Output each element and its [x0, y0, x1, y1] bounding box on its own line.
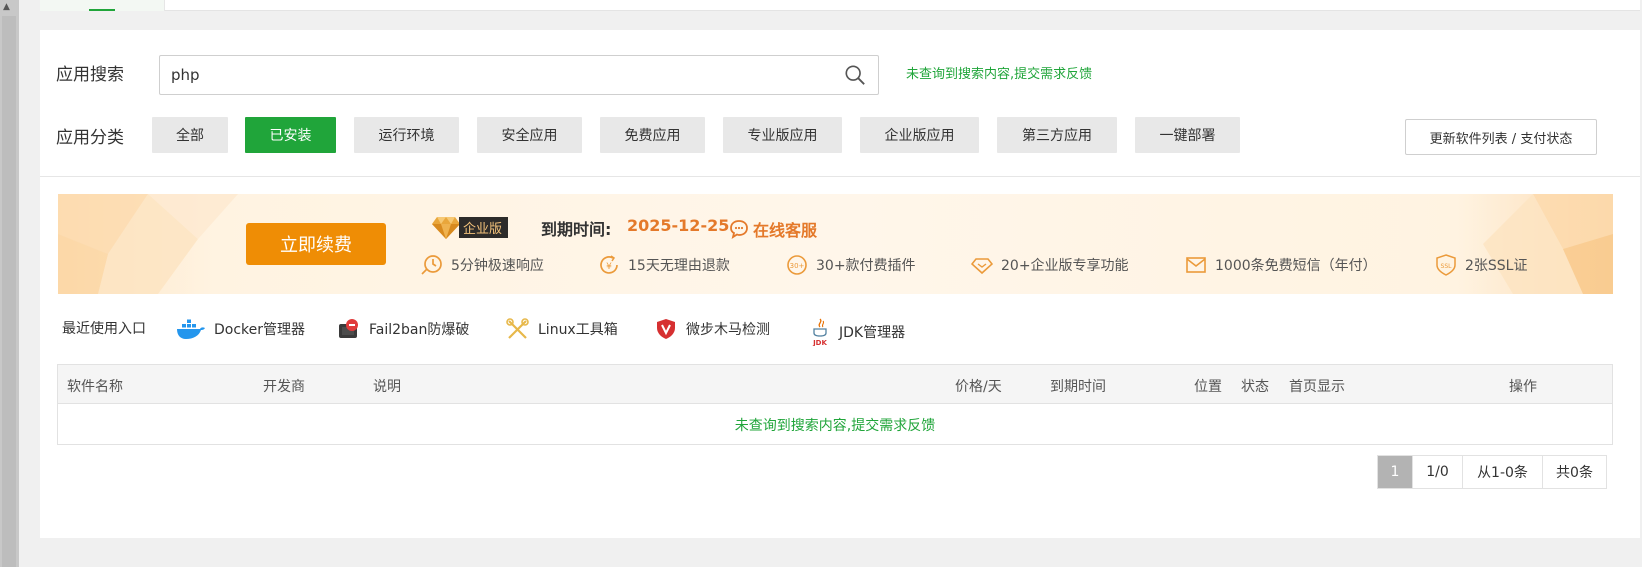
ssl-icon: SSL [1436, 254, 1456, 276]
feature-item: 5分钟极速响应 [421, 254, 544, 276]
docker-icon [177, 319, 205, 339]
feature-item: SSL 2张SSL证 [1435, 254, 1527, 276]
diamond-outline-icon [971, 258, 993, 275]
recent-item-label[interactable]: 微步木马检测 [686, 319, 770, 339]
category-runtime[interactable]: 运行环境 [354, 117, 459, 153]
recent-item-fail2ban[interactable]: Fail2ban防爆破 [337, 318, 469, 340]
plugin-icon: 30+ [787, 255, 807, 275]
search-input[interactable]: php [159, 55, 879, 95]
category-label: 应用分类 [56, 128, 124, 148]
svg-text:30+: 30+ [790, 262, 805, 270]
feedback-link[interactable]: 未查询到搜索内容,提交需求反馈 [906, 63, 1092, 82]
recent-item-label[interactable]: Fail2ban防爆破 [369, 319, 469, 339]
divider [40, 176, 1640, 177]
feature-item: 20+企业版专享功能 [971, 254, 1129, 276]
svg-text:SSL: SSL [1441, 263, 1453, 270]
active-tab-indicator [89, 9, 115, 11]
banner-decoration-left [58, 194, 238, 294]
scroll-up-icon[interactable]: ▲ [3, 2, 10, 12]
column-header-status: 状态 [1241, 379, 1269, 395]
renew-button[interactable]: 立即续费 [246, 223, 386, 265]
pager-range: 从1-0条 [1462, 456, 1542, 488]
recent-item-label[interactable]: JDK管理器 [839, 322, 905, 342]
mail-icon [1186, 257, 1206, 273]
feature-label: 5分钟极速响应 [451, 258, 544, 274]
category-all[interactable]: 全部 [152, 117, 228, 153]
column-header-description: 说明 [373, 379, 401, 395]
service-label[interactable]: 在线客服 [753, 217, 817, 241]
banner-decoration-right [1483, 194, 1613, 294]
pager-current-page[interactable]: 1 [1378, 456, 1412, 488]
pager-total: 共0条 [1542, 456, 1606, 488]
category-third-party[interactable]: 第三方应用 [997, 117, 1117, 153]
search-label: 应用搜索 [56, 65, 124, 85]
table-header: 软件名称 开发商 说明 价格/天 到期时间 位置 状态 首页显示 操作 [58, 365, 1612, 404]
feature-label: 2张SSL证 [1465, 258, 1528, 274]
fail2ban-icon [339, 319, 358, 338]
recent-item-jdk[interactable]: JDK JDK管理器 [809, 318, 905, 346]
shield-icon [657, 319, 675, 339]
update-list-button[interactable]: 更新软件列表 / 支付状态 [1405, 119, 1597, 155]
category-one-click[interactable]: 一键部署 [1135, 117, 1240, 153]
refund-icon: ¥ [600, 255, 618, 274]
software-table: 软件名称 开发商 说明 价格/天 到期时间 位置 状态 首页显示 操作 未查询到… [57, 364, 1613, 445]
diamond-icon [432, 217, 460, 239]
expire-date: 2025-12-25 [627, 216, 730, 235]
category-installed[interactable]: 已安装 [245, 117, 336, 153]
category-security[interactable]: 安全应用 [477, 117, 582, 153]
search-value[interactable]: php [171, 66, 200, 84]
enterprise-badge: 企业版 [431, 215, 509, 240]
clock-icon [421, 255, 442, 275]
enterprise-banner: 立即续费 企业版 到期时间: 2025-12-25 在线客服 5分钟极速响应 ¥… [58, 194, 1613, 294]
top-tab-card [40, 0, 1640, 11]
column-header-location: 位置 [1194, 379, 1222, 395]
chat-icon [730, 220, 748, 239]
recent-item-label[interactable]: Docker管理器 [214, 319, 305, 339]
tools-icon [506, 318, 529, 339]
category-free[interactable]: 免费应用 [600, 117, 705, 153]
column-header-developer: 开发商 [263, 379, 305, 395]
feature-item: ¥ 15天无理由退款 [598, 254, 730, 276]
java-icon: JDK [812, 318, 827, 346]
search-icon[interactable] [844, 64, 866, 86]
feature-label: 20+企业版专享功能 [1001, 258, 1129, 274]
column-header-homepage: 首页显示 [1289, 379, 1345, 395]
feature-label: 30+款付费插件 [816, 258, 916, 274]
pager-page-count: 1/0 [1412, 456, 1462, 488]
category-enterprise[interactable]: 企业版应用 [860, 117, 979, 153]
expire-label: 到期时间: [541, 220, 612, 239]
feature-label: 1000条免费短信（年付） [1215, 258, 1377, 274]
category-pro[interactable]: 专业版应用 [723, 117, 842, 153]
svg-text:JDK: JDK [812, 339, 827, 346]
column-header-price[interactable]: 价格/天 [955, 376, 1002, 396]
svg-text:¥: ¥ [606, 262, 612, 272]
pagination: 1 1/0 从1-0条 共0条 [1377, 455, 1607, 489]
edition-tag: 企业版 [459, 217, 509, 238]
recent-item-docker[interactable]: Docker管理器 [176, 318, 305, 340]
online-service-link[interactable]: 在线客服 [729, 217, 817, 241]
recent-label: 最近使用入口 [62, 321, 146, 337]
feature-label: 15天无理由退款 [628, 258, 730, 274]
scrollbar-thumb[interactable] [2, 16, 16, 567]
column-header-expire[interactable]: 到期时间 [1050, 376, 1106, 396]
feature-item: 30+ 30+款付费插件 [786, 254, 916, 276]
feature-item: 1000条免费短信（年付） [1185, 254, 1377, 276]
empty-feedback-link[interactable]: 未查询到搜索内容,提交需求反馈 [58, 405, 1612, 444]
software-store-panel: 应用搜索 php 未查询到搜索内容,提交需求反馈 应用分类 全部 已安装 运行环… [40, 30, 1640, 538]
column-header-actions: 操作 [1509, 379, 1537, 395]
column-header-name[interactable]: 软件名称 [67, 376, 123, 396]
recent-item-label[interactable]: Linux工具箱 [538, 319, 618, 339]
recent-item-threatbook[interactable]: 微步木马检测 [654, 318, 770, 340]
recent-item-linux-tools[interactable]: Linux工具箱 [506, 318, 618, 340]
page-scrollbar[interactable]: ▲ [0, 0, 19, 567]
